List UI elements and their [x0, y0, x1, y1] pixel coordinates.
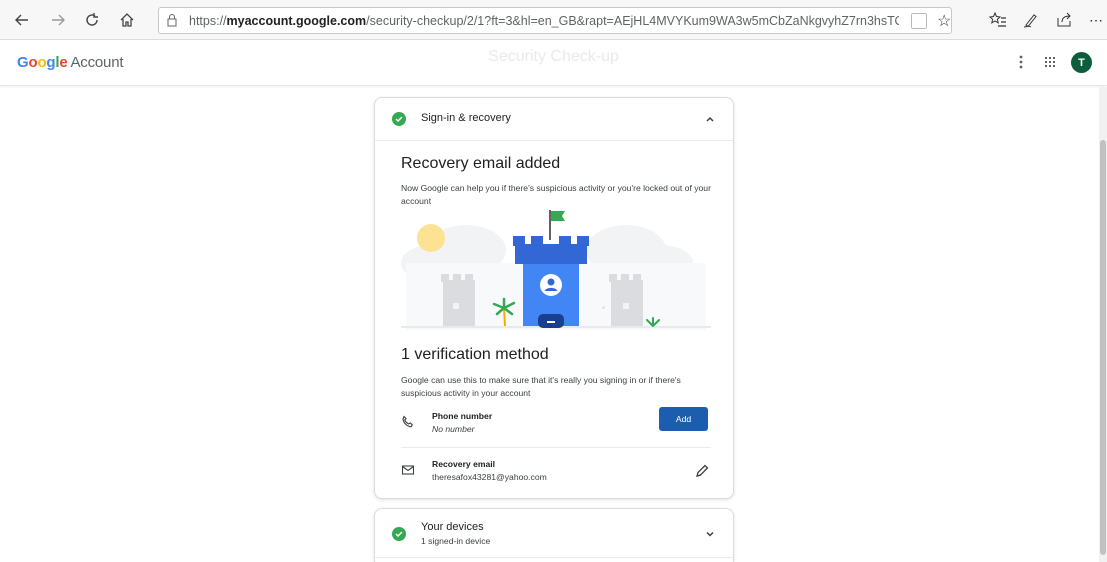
sign-in-recovery-card: Sign-in & recovery Recovery email added …	[374, 97, 734, 499]
edit-pencil-icon[interactable]	[694, 463, 710, 479]
account-header: Google Account Security Check-up T	[0, 40, 1107, 86]
faded-page-title: Security Check-up	[488, 48, 619, 65]
share-icon[interactable]	[1052, 8, 1076, 32]
recovery-email-title: Recovery email added	[401, 155, 561, 172]
home-icon[interactable]	[115, 8, 139, 32]
add-phone-button[interactable]: Add	[659, 407, 708, 431]
recovery-email-value: theresafox43281@yahoo.com	[432, 472, 547, 482]
back-icon[interactable]	[10, 8, 34, 32]
check-circle-icon	[392, 527, 406, 541]
verification-methods-description: Google can use this to make sure that it…	[401, 375, 681, 398]
more-options-icon[interactable]	[1011, 51, 1031, 73]
reader-icon[interactable]	[911, 13, 927, 29]
section-title: Sign-in & recovery	[421, 112, 511, 124]
url-text[interactable]: https://myaccount.google.com/security-ch…	[189, 14, 899, 28]
sign-in-recovery-header[interactable]: Sign-in & recovery	[375, 98, 733, 141]
recovery-email-description: Now Google can help you if there's suspi…	[401, 183, 711, 206]
divider	[375, 557, 733, 558]
recovery-email-label: Recovery email	[432, 459, 496, 469]
castle-illustration	[401, 208, 711, 330]
chevron-down-icon[interactable]	[702, 526, 718, 542]
star-icon[interactable]: ☆	[937, 11, 951, 31]
email-icon	[401, 463, 415, 477]
forward-icon[interactable]	[46, 8, 70, 32]
divider	[401, 447, 711, 448]
chevron-up-icon[interactable]	[702, 111, 718, 127]
favorites-icon[interactable]	[986, 8, 1010, 32]
verification-methods-title: 1 verification method	[401, 346, 549, 363]
scrollbar-thumb[interactable]	[1100, 140, 1106, 555]
check-circle-icon	[392, 112, 406, 126]
your-devices-card[interactable]: Your devices 1 signed-in device	[374, 508, 734, 562]
address-bar[interactable]: https://myaccount.google.com/security-ch…	[158, 7, 952, 34]
phone-number-row: Phone number No number Add	[401, 407, 711, 451]
phone-icon	[401, 415, 415, 429]
devices-subtitle: 1 signed-in device	[421, 536, 491, 546]
phone-number-label: Phone number	[432, 411, 493, 421]
recovery-email-row: Recovery email theresafox43281@yahoo.com	[401, 459, 711, 498]
lock-icon	[165, 13, 179, 32]
devices-title: Your devices	[421, 521, 484, 533]
phone-number-value: No number	[432, 424, 475, 434]
pen-icon[interactable]	[1019, 8, 1043, 32]
avatar[interactable]: T	[1071, 52, 1092, 73]
refresh-icon[interactable]	[80, 8, 104, 32]
more-icon[interactable]: ⋯	[1084, 8, 1107, 32]
apps-grid-icon[interactable]	[1040, 52, 1060, 72]
browser-toolbar: https://myaccount.google.com/security-ch…	[0, 0, 1107, 40]
